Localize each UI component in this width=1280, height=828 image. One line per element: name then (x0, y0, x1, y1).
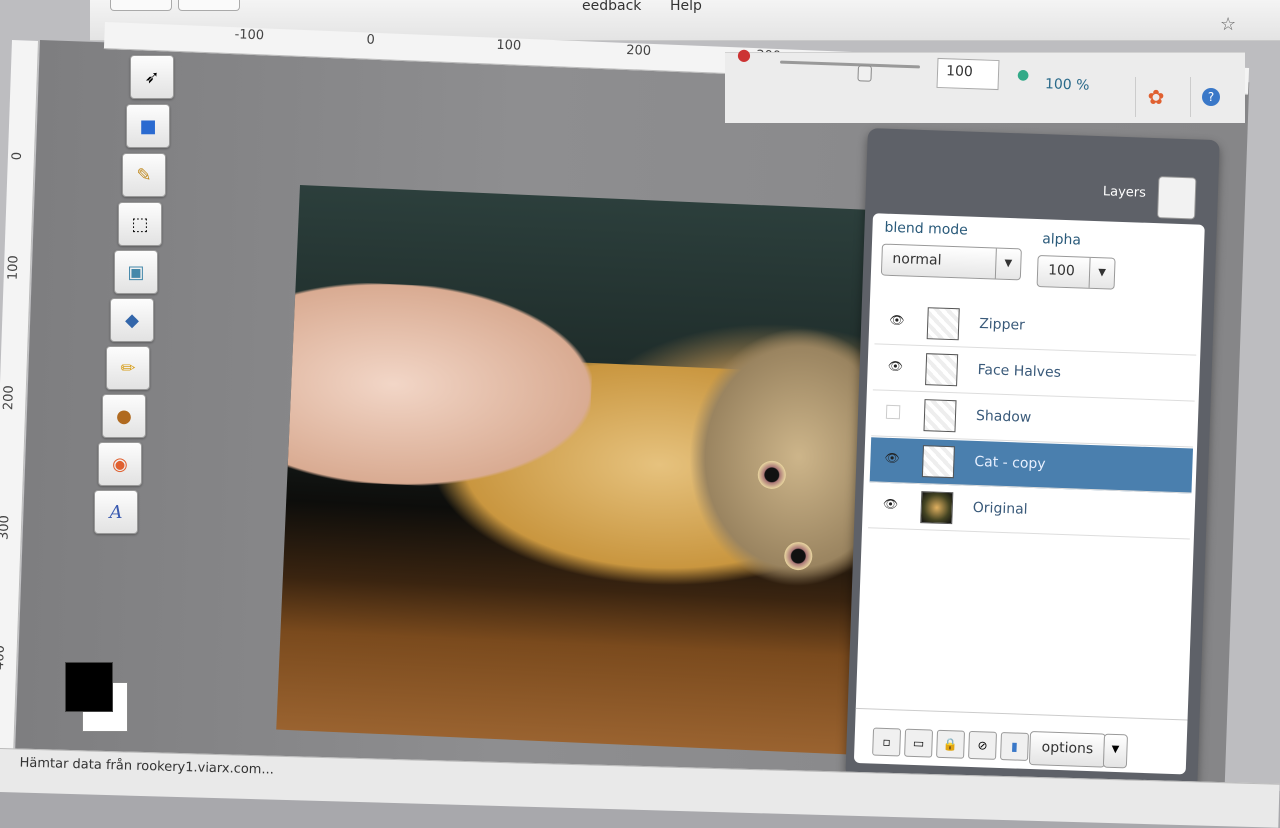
zoom-input[interactable]: 100 (936, 57, 1000, 91)
lock-button[interactable]: 🔒 (936, 729, 966, 759)
app-window: eedback Help ☆ -100 0 100 200 300 400 50… (0, 0, 1280, 828)
help-icon: ? (1202, 88, 1220, 106)
folder-icon: ▭ (912, 735, 925, 751)
lifebuoy-icon: ✿ (1147, 85, 1165, 109)
ruler-tick: 0 (9, 151, 26, 161)
ruler-tick: -100 (234, 27, 265, 44)
move-icon: ➶ (144, 66, 160, 88)
tool-pencil[interactable]: ✏ (106, 346, 150, 390)
menu-help[interactable]: Help (670, 0, 702, 14)
tool-crop[interactable]: ▣ (114, 250, 158, 294)
layers-panel: Layers blend mode normal ▼ alpha 100 ▼ 👁… (845, 128, 1220, 790)
layer-name: Cat - copy (974, 453, 1046, 473)
ruler-tick: 200 (625, 42, 652, 59)
history-button[interactable]: ✿ (1135, 77, 1176, 117)
image-canvas[interactable] (276, 185, 912, 757)
folder-button[interactable]: ▭ (904, 728, 934, 758)
layers-panel-footer: ▫ ▭ 🔒 ⊘ ▮ options ▼ (853, 707, 1188, 776)
tool-marquee[interactable]: ⬚ (118, 202, 162, 246)
menu-button-stub-2[interactable] (178, 0, 240, 11)
menu-button-stub[interactable] (110, 0, 172, 11)
style-button[interactable]: ⊘ (968, 730, 998, 760)
layer-options-button[interactable]: options (1028, 731, 1107, 768)
layer-name: Shadow (975, 407, 1032, 426)
style-icon: ⊘ (977, 738, 988, 753)
new-layer-button[interactable]: ▫ (872, 727, 902, 757)
tool-stamp[interactable]: ● (102, 394, 146, 438)
wand-icon: ✎ (136, 164, 152, 186)
status-text: Hämtar data från rookery1.viarx.com... (19, 755, 275, 778)
fill-icon: ◆ (125, 309, 139, 331)
visibility-eye-icon[interactable]: 👁 (883, 497, 899, 512)
stamp-icon: ● (116, 405, 132, 427)
alpha-select[interactable]: 100 ▼ (1036, 254, 1116, 290)
layer-thumbnail (921, 445, 955, 479)
zoom-slider[interactable] (779, 60, 921, 82)
tool-wand[interactable]: ✎ (122, 153, 166, 197)
ruler-tick: 0 (366, 32, 376, 48)
delete-layer-button[interactable]: ▮ (1000, 732, 1029, 761)
ruler-tick: 100 (5, 255, 22, 281)
new-layer-icon: ▫ (882, 734, 891, 750)
layer-name: Original (972, 499, 1028, 518)
tool-fill[interactable]: ◆ (110, 298, 154, 342)
visibility-eye-icon[interactable]: 👁 (887, 359, 903, 374)
zoom-slider-handle[interactable] (857, 65, 872, 82)
transform-icon: ■ (139, 115, 157, 137)
layer-thumbnail (926, 307, 960, 341)
layer-name: Face Halves (977, 361, 1062, 381)
blend-mode-value: normal (892, 250, 942, 269)
tool-transform[interactable]: ■ (126, 104, 170, 148)
layers-panel-title: Layers (1102, 184, 1147, 201)
lock-icon: 🔒 (942, 736, 959, 752)
chevron-down-icon: ▼ (994, 248, 1021, 280)
hand (276, 278, 596, 493)
trash-icon: ▮ (1010, 739, 1019, 754)
alpha-label: alpha (1041, 231, 1082, 249)
layer-thumbnail (920, 491, 954, 525)
crop-icon: ▣ (127, 261, 145, 283)
zoom-out-icon[interactable]: ● (737, 45, 751, 64)
zoom-in-icon[interactable]: ● (1017, 67, 1029, 83)
tool-move[interactable]: ➶ (130, 55, 174, 99)
zoom-percent: 100 % (1044, 76, 1090, 94)
visibility-eye-icon[interactable]: 👁 (889, 313, 905, 328)
chevron-down-icon[interactable]: ▼ (1102, 733, 1128, 769)
help-button[interactable]: ? (1190, 77, 1231, 117)
layer-thumbnail (923, 399, 957, 433)
tool-text[interactable]: A (94, 490, 138, 534)
blend-mode-select[interactable]: normal ▼ (880, 243, 1022, 281)
ruler-tick: 200 (1, 385, 17, 411)
ruler-tick: 100 (496, 37, 522, 54)
menu-feedback[interactable]: eedback (582, 0, 641, 14)
text-icon: A (109, 501, 123, 523)
star-icon[interactable]: ☆ (1220, 14, 1240, 35)
tool-blur[interactable]: ◉ (98, 442, 142, 486)
ruler-tick: 400 (0, 644, 8, 671)
visibility-eye-icon[interactable]: 👁 (884, 451, 900, 466)
layers-panel-menu-button[interactable] (1157, 176, 1197, 220)
marquee-icon: ⬚ (131, 213, 149, 235)
pencil-icon: ✏ (120, 357, 136, 379)
layer-name: Zipper (978, 316, 1026, 334)
visibility-toggle[interactable] (885, 404, 901, 420)
blend-mode-label: blend mode (884, 219, 969, 239)
layers-panel-body: blend mode normal ▼ alpha 100 ▼ 👁 Zipper… (853, 213, 1205, 776)
layer-thumbnail (925, 353, 959, 387)
alpha-value: 100 (1047, 262, 1076, 280)
blur-icon: ◉ (112, 453, 128, 475)
foreground-color-swatch[interactable] (65, 662, 113, 712)
ruler-tick: 300 (0, 514, 13, 541)
chevron-down-icon: ▼ (1088, 257, 1115, 289)
zoom-toolbar: ● 100 ● 100 % ✿ ? (725, 45, 1245, 123)
